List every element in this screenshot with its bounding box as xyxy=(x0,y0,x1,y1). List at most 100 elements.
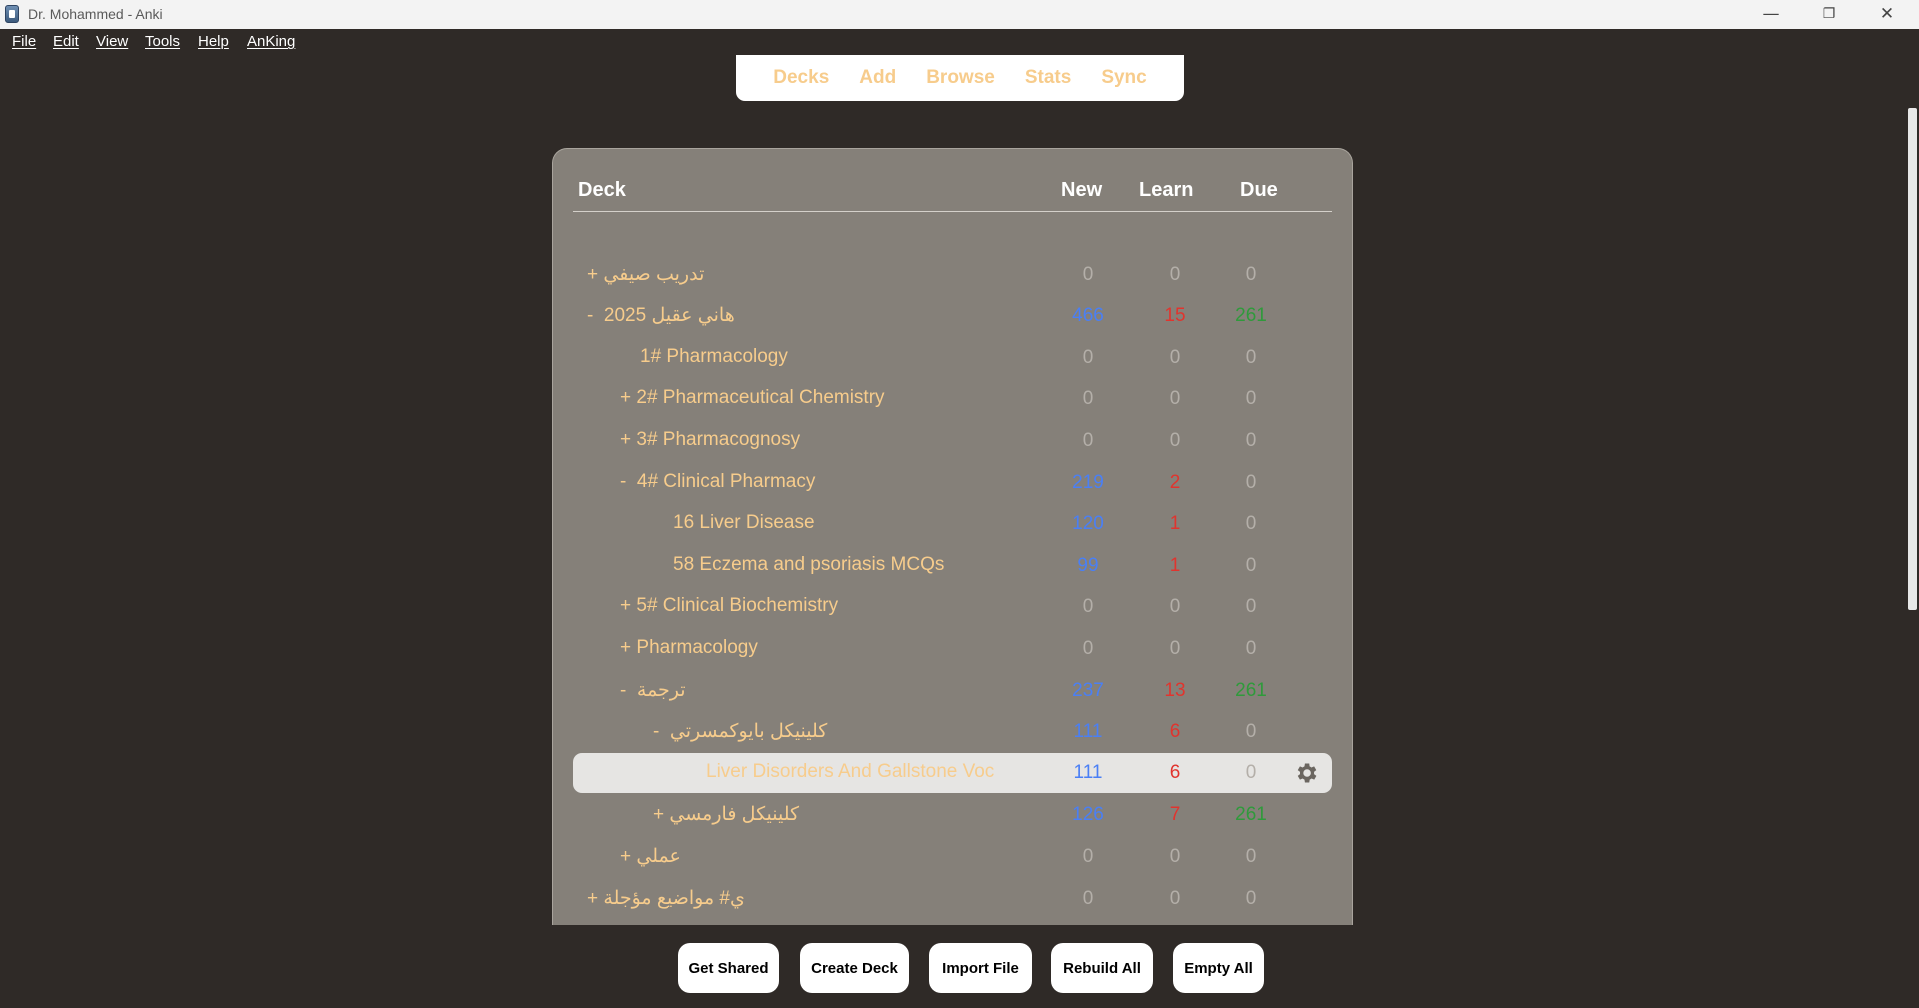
deck-name[interactable]: + 2# Pharmaceutical Chemistry xyxy=(620,387,885,409)
top-nav: Decks Add Browse Stats Sync xyxy=(736,55,1184,101)
menu-bar: File Edit View Tools Help AnKing xyxy=(0,29,1919,55)
header-divider xyxy=(573,211,1332,212)
deck-row[interactable]: + 5# Clinical Biochemistry 0 0 0 xyxy=(573,587,1332,627)
deck-row[interactable]: - 4# Clinical Pharmacy 219 2 0 xyxy=(573,463,1332,503)
nav-add[interactable]: Add xyxy=(859,67,896,89)
deck-row[interactable]: + Pharmacology 0 0 0 xyxy=(573,629,1332,669)
due-count: 0 xyxy=(1245,596,1257,617)
deck-name[interactable]: + عملي xyxy=(620,845,681,868)
new-count: 0 xyxy=(1082,888,1094,909)
deck-row[interactable]: - كلينيكل بايوكمسرتي 111 6 0 xyxy=(573,712,1332,752)
deck-name[interactable]: - كلينيكل بايوكمسرتي xyxy=(653,720,827,743)
new-count: 219 xyxy=(1072,472,1104,493)
new-count: 0 xyxy=(1082,347,1094,368)
menu-help[interactable]: Help xyxy=(198,33,229,50)
deck-row[interactable]: + ي# مواضيع مؤجلة 0 0 0 xyxy=(573,879,1332,919)
window-title: Dr. Mohammed - Anki xyxy=(28,6,163,22)
new-count: 0 xyxy=(1082,596,1094,617)
deck-name[interactable]: + ي# مواضيع مؤجلة xyxy=(587,887,745,910)
new-count: 126 xyxy=(1072,804,1104,825)
deck-name[interactable]: + كلينيكل فارمسي xyxy=(653,803,799,826)
deck-row[interactable]: 1# Pharmacology 0 0 0 xyxy=(573,338,1332,378)
deck-row[interactable]: + كلينيكل فارمسي 126 7 261 xyxy=(573,795,1332,835)
deck-name[interactable]: + تدريب صيفي xyxy=(587,263,704,286)
due-count: 0 xyxy=(1245,846,1257,867)
nav-stats[interactable]: Stats xyxy=(1025,67,1071,89)
learn-count: 7 xyxy=(1169,804,1181,825)
due-count: 0 xyxy=(1245,430,1257,451)
deck-name[interactable]: + Pharmacology xyxy=(620,637,758,659)
nav-decks[interactable]: Decks xyxy=(773,67,829,89)
close-button[interactable]: ✕ xyxy=(1858,0,1916,29)
new-count: 0 xyxy=(1082,388,1094,409)
deck-row[interactable]: + عملي 0 0 0 xyxy=(573,837,1332,877)
deck-row[interactable]: - هاني عقيل 2025 466 15 261 xyxy=(573,296,1332,336)
empty-all-button[interactable]: Empty All xyxy=(1173,943,1264,993)
new-count: 466 xyxy=(1072,305,1104,326)
new-count: 111 xyxy=(1073,762,1103,783)
nav-sync[interactable]: Sync xyxy=(1101,67,1146,89)
due-count: 0 xyxy=(1245,347,1257,368)
deck-row[interactable]: + تدريب صيفي 0 0 0 xyxy=(573,255,1332,295)
due-count: 0 xyxy=(1245,264,1257,285)
deck-name[interactable]: 58 Eczema and psoriasis MCQs xyxy=(673,554,944,576)
menu-view[interactable]: View xyxy=(96,33,128,50)
menu-edit[interactable]: Edit xyxy=(53,33,79,50)
learn-count: 0 xyxy=(1169,596,1181,617)
deck-toggle: + xyxy=(620,595,632,616)
deck-row[interactable]: - ترجمة 237 13 261 xyxy=(573,671,1332,711)
menu-tools[interactable]: Tools xyxy=(145,33,180,50)
header-learn: Learn xyxy=(1139,179,1194,201)
deck-name[interactable]: 1# Pharmacology xyxy=(640,346,788,368)
deck-name[interactable]: 16 Liver Disease xyxy=(673,512,815,534)
menu-anking[interactable]: AnKing xyxy=(247,33,295,50)
new-count: 0 xyxy=(1082,638,1094,659)
deck-row[interactable]: 58 Eczema and psoriasis MCQs 99 1 0 xyxy=(573,546,1332,586)
get-shared-button[interactable]: Get Shared xyxy=(678,943,779,993)
create-deck-button[interactable]: Create Deck xyxy=(800,943,909,993)
deck-row[interactable]: 16 Liver Disease 120 1 0 xyxy=(573,504,1332,544)
deck-name[interactable]: - 4# Clinical Pharmacy xyxy=(620,471,815,493)
header-due: Due xyxy=(1240,179,1278,201)
deck-toggle: + xyxy=(620,846,632,867)
deck-name[interactable]: + 3# Pharmacognosy xyxy=(620,429,800,451)
learn-count: 0 xyxy=(1169,638,1181,659)
vertical-scrollbar[interactable] xyxy=(1905,108,1919,926)
import-file-button[interactable]: Import File xyxy=(929,943,1032,993)
deck-toggle: - xyxy=(620,471,627,492)
learn-count: 1 xyxy=(1169,555,1181,576)
deck-toggle: - xyxy=(587,305,594,326)
due-count: 0 xyxy=(1245,638,1257,659)
rebuild-all-button[interactable]: Rebuild All xyxy=(1051,943,1153,993)
due-count: 261 xyxy=(1235,680,1267,701)
learn-count: 0 xyxy=(1169,388,1181,409)
deck-toggle: - xyxy=(653,721,660,742)
minimize-button[interactable]: — xyxy=(1742,0,1800,29)
header-deck: Deck xyxy=(578,179,626,201)
deck-name[interactable]: - هاني عقيل 2025 xyxy=(587,304,735,327)
deck-row-current[interactable]: Liver Disorders And Gallstone Voc 111 6 … xyxy=(573,753,1332,793)
deck-toggle: + xyxy=(653,804,665,825)
learn-count: 1 xyxy=(1169,513,1181,534)
deck-row[interactable]: + 2# Pharmaceutical Chemistry 0 0 0 xyxy=(573,379,1332,419)
new-count: 0 xyxy=(1082,846,1094,867)
new-count: 111 xyxy=(1073,721,1103,742)
anki-icon xyxy=(5,5,19,23)
due-count: 0 xyxy=(1245,513,1257,534)
gear-icon[interactable] xyxy=(1293,760,1319,786)
scrollbar-thumb[interactable] xyxy=(1908,108,1917,610)
learn-count: 0 xyxy=(1169,846,1181,867)
maximize-button[interactable]: ❐ xyxy=(1800,0,1858,29)
deck-name[interactable]: - ترجمة xyxy=(620,679,686,702)
nav-browse[interactable]: Browse xyxy=(926,67,995,89)
deck-name[interactable]: + 5# Clinical Biochemistry xyxy=(620,595,838,617)
new-count: 0 xyxy=(1082,264,1094,285)
deck-toggle: + xyxy=(587,264,599,285)
deck-row[interactable]: + 3# Pharmacognosy 0 0 0 xyxy=(573,421,1332,461)
deck-toggle: + xyxy=(620,637,632,658)
menu-file[interactable]: File xyxy=(12,33,36,50)
deck-name[interactable]: Liver Disorders And Gallstone Voc xyxy=(706,761,994,783)
new-count: 0 xyxy=(1082,430,1094,451)
due-count: 0 xyxy=(1245,888,1257,909)
deck-toggle: - xyxy=(620,680,627,701)
